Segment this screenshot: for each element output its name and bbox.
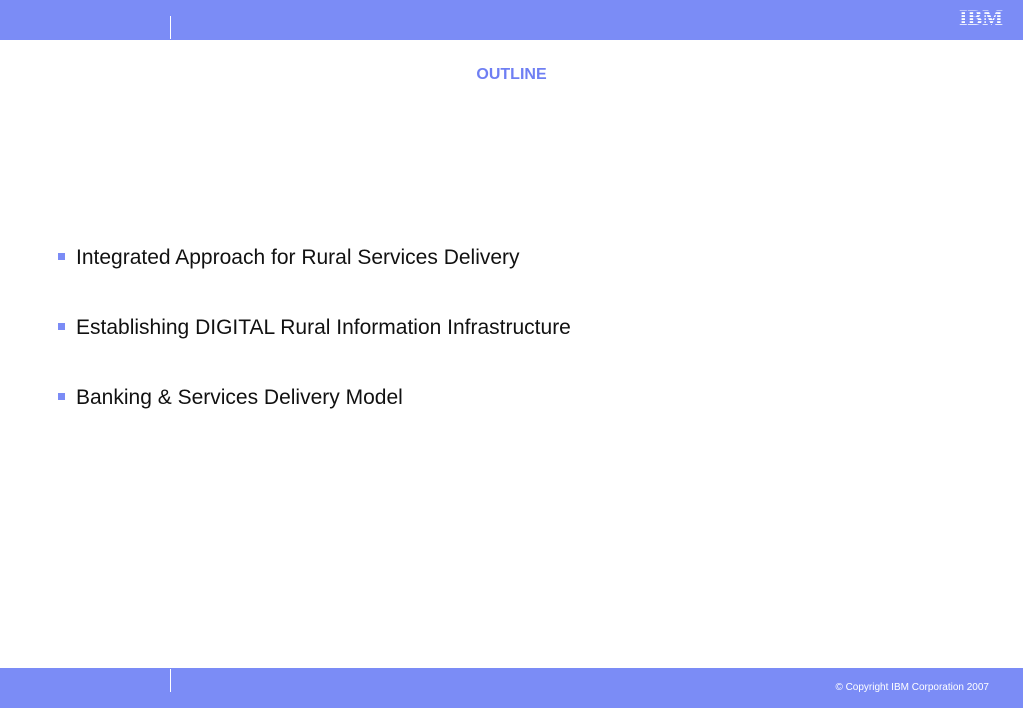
bullet-square-icon bbox=[58, 323, 65, 330]
header-divider bbox=[170, 16, 171, 39]
outline-list: Integrated Approach for Rural Services D… bbox=[58, 244, 571, 454]
outline-item-text: Integrated Approach for Rural Services D… bbox=[76, 246, 520, 269]
bullet-square-icon bbox=[58, 393, 65, 400]
header-bar bbox=[0, 0, 1023, 40]
outline-item: Integrated Approach for Rural Services D… bbox=[58, 244, 571, 314]
bullet-square-icon bbox=[58, 253, 65, 260]
slide-title: OUTLINE bbox=[476, 66, 547, 83]
copyright-text: © Copyright IBM Corporation 2007 bbox=[835, 682, 989, 693]
outline-item: Establishing DIGITAL Rural Information I… bbox=[58, 314, 571, 384]
svg-text:IBM: IBM bbox=[959, 6, 1003, 30]
footer-divider bbox=[170, 669, 171, 692]
outline-item: Banking & Services Delivery Model bbox=[58, 384, 571, 454]
outline-item-text: Establishing DIGITAL Rural Information I… bbox=[76, 316, 571, 339]
outline-item-text: Banking & Services Delivery Model bbox=[76, 386, 403, 409]
ibm-logo: IBM bbox=[959, 6, 1003, 30]
